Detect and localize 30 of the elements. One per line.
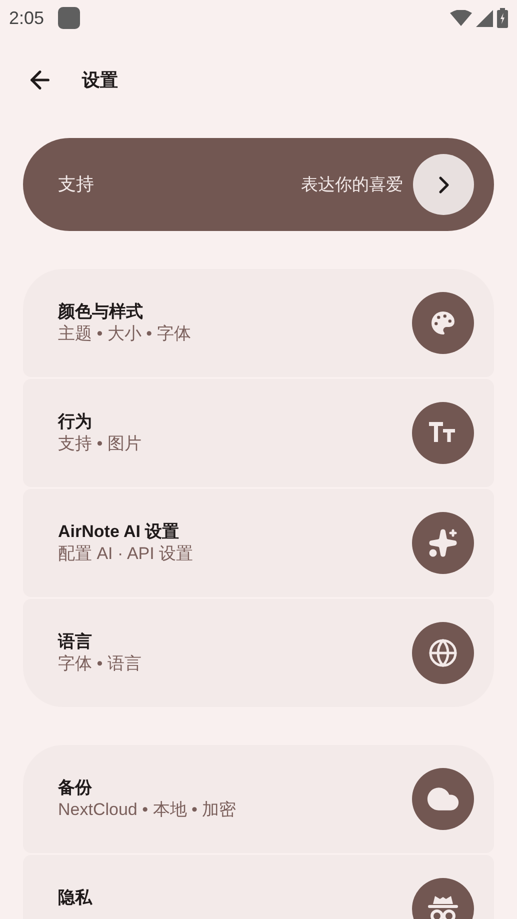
battery-icon <box>497 8 508 28</box>
item-title: AirNote AI 设置 <box>58 521 180 543</box>
item-subtitle: NextCloud • 本地 • 加密 <box>58 799 238 821</box>
settings-item[interactable]: AirNote AI 设置 配置 AI · API 设置 <box>23 489 494 597</box>
signal-icon <box>476 10 493 26</box>
item-subtitle: 配置 AI · API 设置 <box>58 543 194 565</box>
settings-item[interactable]: 隐私 <box>23 855 494 919</box>
incognito-icon <box>426 894 460 919</box>
notification-icon <box>58 7 80 29</box>
item-subtitle: 主题 • 大小 • 字体 <box>58 323 192 345</box>
item-subtitle: 支持 • 图片 <box>58 433 142 455</box>
item-title: 行为 <box>58 411 93 433</box>
item-subtitle: 字体 • 语言 <box>58 653 142 675</box>
support-title: 支持 <box>58 173 95 196</box>
item-title: 隐私 <box>58 887 94 909</box>
item-title: 备份 <box>58 777 93 799</box>
text-size-icon <box>429 422 457 444</box>
wifi-icon <box>450 10 472 26</box>
status-time: 2:05 <box>9 6 44 30</box>
sparkles-icon <box>428 528 458 558</box>
settings-item[interactable]: 语言 字体 • 语言 <box>23 599 494 707</box>
settings-item[interactable]: 颜色与样式 主题 • 大小 • 字体 <box>23 269 494 377</box>
settings-item[interactable]: 行为 支持 • 图片 <box>23 379 494 487</box>
page-title: 设置 <box>82 68 118 92</box>
globe-icon <box>428 638 458 668</box>
support-banner[interactable]: 支持 表达你的喜爱 <box>23 138 494 231</box>
item-title: 语言 <box>58 631 93 653</box>
support-subtitle: 表达你的喜爱 <box>301 174 403 196</box>
item-title: 颜色与样式 <box>58 301 144 323</box>
settings-item[interactable]: 备份 NextCloud • 本地 • 加密 <box>23 745 494 853</box>
